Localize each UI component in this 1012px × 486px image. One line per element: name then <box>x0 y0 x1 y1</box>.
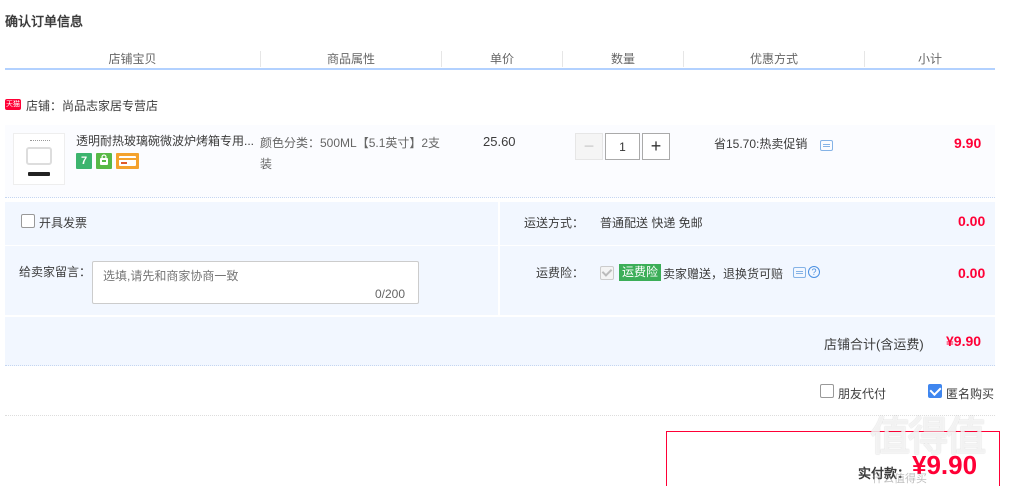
col-header-item: 店铺宝贝 <box>108 52 157 66</box>
discount-info: 省15.70:热卖促销 <box>714 137 808 151</box>
shipping-method-label: 运送方式： <box>524 216 585 230</box>
message-char-count: 0/200 <box>375 287 406 301</box>
page-title: 确认订单信息 <box>5 14 84 29</box>
panel-divider <box>5 245 995 246</box>
item-subtotal: 9.90 <box>954 135 982 151</box>
col-header-attributes: 商品属性 <box>326 52 375 66</box>
shop-name-link[interactable]: 店铺：尚品志家居专营店 <box>26 97 158 114</box>
section-divider <box>5 415 995 416</box>
insurance-description: 卖家赠送，退换货可赔 <box>663 267 784 281</box>
invoice-label[interactable]: 开具发票 <box>39 214 87 231</box>
insurance-checkbox <box>600 266 614 280</box>
anonymous-buy-checkbox[interactable] <box>928 384 942 398</box>
seven-day-return-icon[interactable]: 7 <box>76 153 92 169</box>
watermark-logo: 值得值 <box>870 415 986 459</box>
shipping-method-value: 普通配送 快递 免邮 <box>600 216 703 230</box>
help-icon[interactable]: ? <box>808 266 820 278</box>
anonymous-buy-label[interactable]: 匿名购买 <box>946 385 994 402</box>
seller-message-input[interactable] <box>93 262 418 303</box>
message-label: 给卖家留言： <box>19 265 92 279</box>
service-guarantee-icon[interactable] <box>96 153 112 169</box>
friend-pay-label[interactable]: 朋友代付 <box>838 385 886 402</box>
col-header-discount: 优惠方式 <box>749 52 798 66</box>
insurance-fee: 0.00 <box>958 265 986 281</box>
insurance-chat-icon[interactable] <box>793 267 806 278</box>
unit-price: 25.60 <box>483 134 516 149</box>
invoice-checkbox[interactable] <box>21 214 35 228</box>
product-attributes: 颜色分类：500ML【5.1英寸】2支装 <box>260 136 441 171</box>
tmall-shop-icon: 天猫 <box>5 99 21 110</box>
friend-pay-checkbox[interactable] <box>820 384 834 398</box>
shop-total-label: 店铺合计(含运费) <box>824 337 924 352</box>
shipping-fee: 0.00 <box>958 213 986 229</box>
col-header-subtotal: 小计 <box>917 52 942 66</box>
header-underline <box>5 68 995 70</box>
discount-chat-icon[interactable] <box>820 140 833 151</box>
quantity-increase-button[interactable]: + <box>642 133 670 160</box>
quantity-input[interactable] <box>605 133 640 160</box>
watermark-subtitle: 什么值得买 <box>872 473 927 485</box>
product-title-link[interactable]: 透明耐热玻璃碗微波炉烤箱专用... <box>76 133 256 149</box>
insurance-label: 运费险： <box>536 266 585 280</box>
col-header-price: 单价 <box>489 52 514 66</box>
quantity-decrease-button[interactable]: − <box>575 133 603 160</box>
seller-message-field[interactable] <box>92 261 419 304</box>
credit-card-pay-icon[interactable] <box>116 153 139 169</box>
insurance-tag: 运费险 <box>619 264 662 281</box>
shop-total-amount: ¥9.90 <box>946 333 982 349</box>
col-header-quantity: 数量 <box>610 52 635 66</box>
product-thumbnail[interactable] <box>13 133 65 185</box>
